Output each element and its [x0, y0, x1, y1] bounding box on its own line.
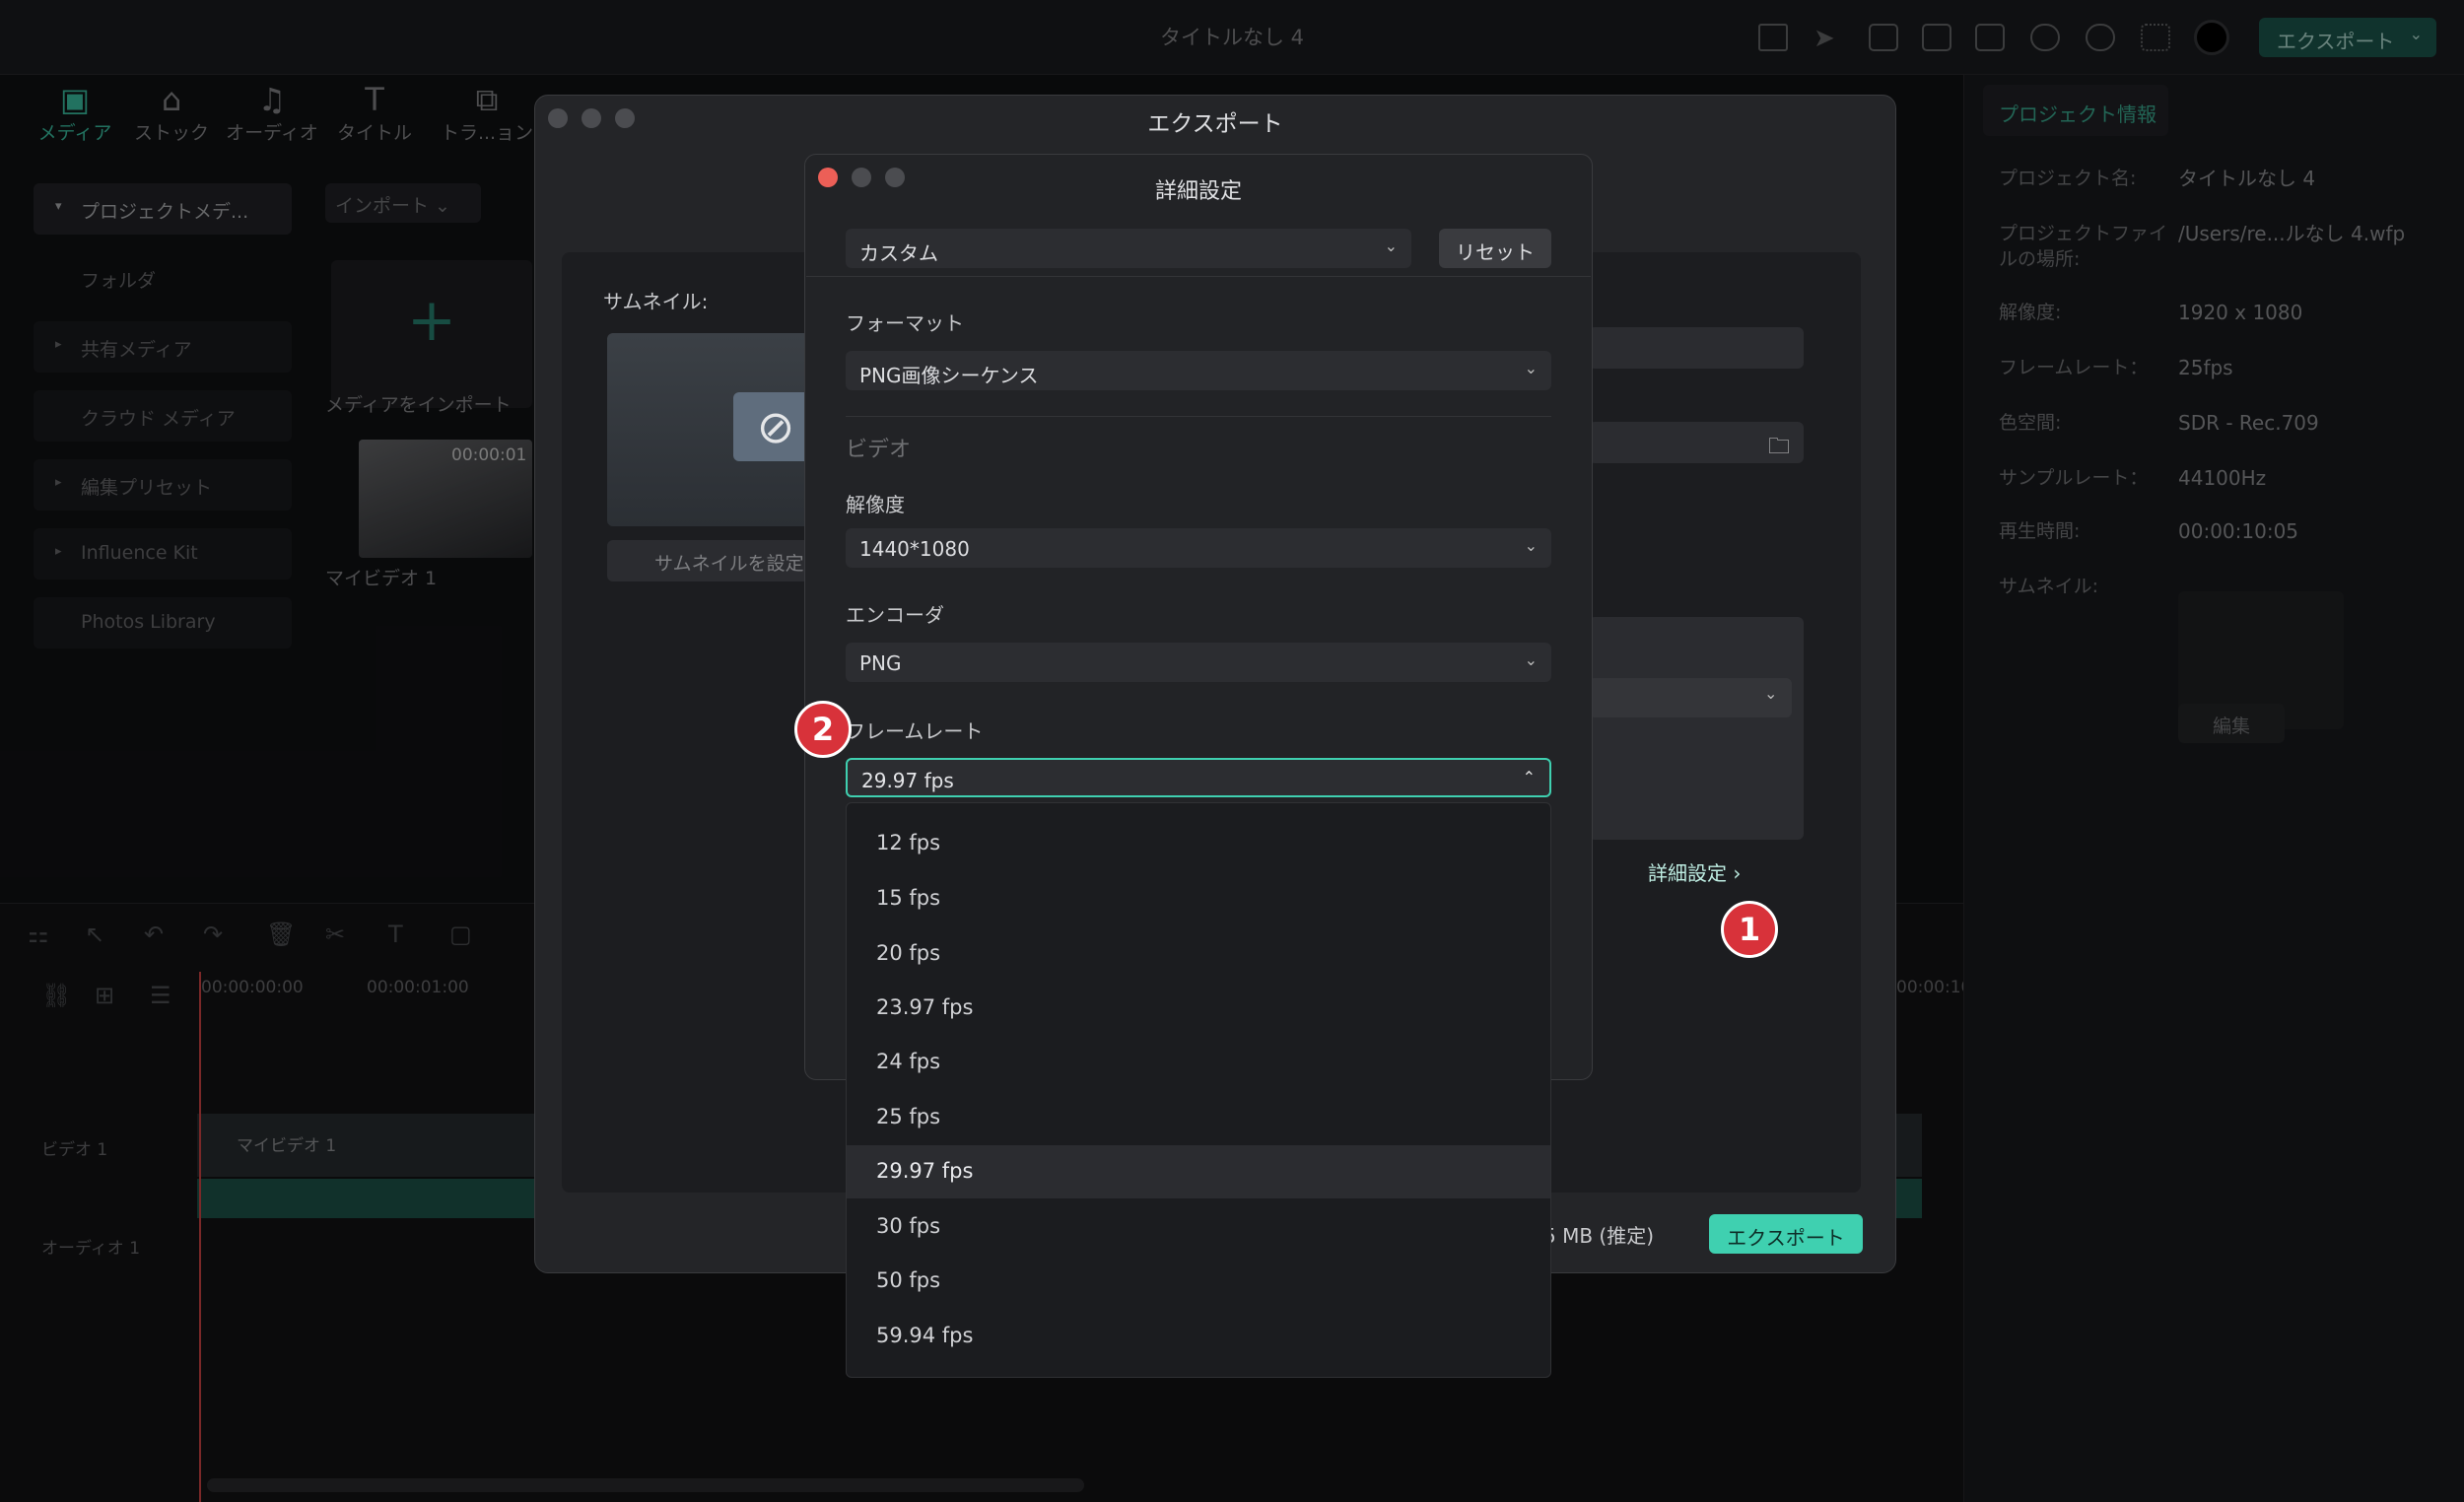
format-dropdown[interactable]: PNG画像シーケンス ⌄	[846, 351, 1551, 390]
fps-option[interactable]: 30 fps	[847, 1200, 1550, 1254]
fps-option[interactable]: 25 fps	[847, 1091, 1550, 1144]
video-section-header: ビデオ	[846, 438, 912, 462]
framerate-label: フレームレート	[846, 719, 984, 743]
fps-option[interactable]: 50 fps	[847, 1255, 1550, 1308]
divider	[806, 276, 1591, 277]
step-badge-1: 1	[1721, 901, 1778, 958]
size-estimate: 5 MB (推定)	[1543, 1224, 1655, 1248]
format-label: フォーマット	[846, 311, 964, 335]
export-button[interactable]: エクスポート	[1709, 1214, 1863, 1254]
framerate-options-list: 12 fps 15 fps 20 fps 23.97 fps 24 fps 25…	[846, 802, 1551, 1378]
fps-option-selected[interactable]: 29.97 fps	[847, 1145, 1550, 1198]
quality-settings-box	[1589, 617, 1804, 840]
fps-option[interactable]: 20 fps	[847, 927, 1550, 981]
reset-button[interactable]: リセット	[1439, 229, 1551, 268]
chevron-down-icon: ⌄	[1384, 237, 1398, 255]
advanced-settings-link[interactable]: 詳細設定 ›	[1648, 857, 1741, 886]
chevron-down-icon: ⌄	[1524, 650, 1538, 669]
framerate-dropdown[interactable]: 29.97 fps ⌃	[846, 758, 1551, 797]
quality-dropdown[interactable]	[1589, 678, 1792, 717]
fps-option[interactable]: 24 fps	[847, 1036, 1550, 1089]
fps-option[interactable]: 23.97 fps	[847, 982, 1550, 1035]
advanced-dialog-title: 詳細設定	[1154, 179, 1242, 204]
resolution-dropdown[interactable]: 1440*1080 ⌄	[846, 528, 1551, 568]
encoder-label: エンコーダ	[846, 603, 944, 627]
fps-option[interactable]: 59.94 fps	[847, 1310, 1550, 1363]
thumbnail-label: サムネイル:	[603, 290, 709, 313]
step-badge-2: 2	[794, 701, 852, 758]
file-name-field[interactable]	[1589, 327, 1804, 369]
fps-option[interactable]: 15 fps	[847, 872, 1550, 925]
chevron-up-icon: ⌃	[1522, 768, 1536, 786]
chevron-down-icon: ⌄	[1524, 536, 1538, 555]
fps-option[interactable]: 12 fps	[847, 817, 1550, 870]
encoder-dropdown[interactable]: PNG ⌄	[846, 643, 1551, 682]
chevron-down-icon: ⌄	[1764, 684, 1778, 703]
resolution-label: 解像度	[846, 493, 905, 516]
folder-icon[interactable]: 🗀	[1768, 430, 1790, 467]
export-dialog-title: エクスポート	[1147, 111, 1283, 137]
preset-dropdown[interactable]: カスタム ⌄	[846, 229, 1411, 268]
divider	[846, 416, 1551, 417]
chevron-down-icon: ⌄	[1524, 359, 1538, 377]
